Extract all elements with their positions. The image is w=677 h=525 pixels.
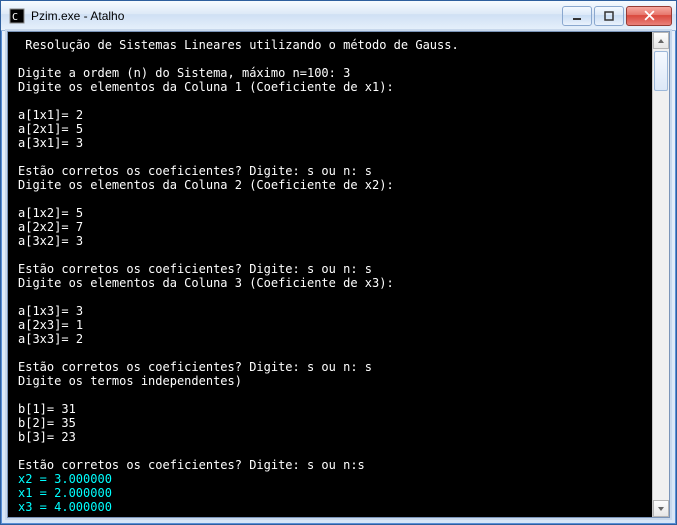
a33-label: a[3x3]=	[18, 332, 69, 346]
b2-label: b[2]=	[18, 416, 54, 430]
close-button[interactable]	[626, 6, 672, 26]
console-output[interactable]: Resolução de Sistemas Lineares utilizand…	[8, 32, 669, 517]
a22-label: a[2x2]=	[18, 220, 69, 234]
a33-val: 2	[76, 332, 83, 346]
scroll-thumb[interactable]	[654, 51, 668, 91]
minimize-button[interactable]	[562, 6, 592, 26]
result-x1: x1 = 2.000000	[18, 486, 112, 500]
a11-val: 2	[76, 108, 83, 122]
b3-val: 23	[61, 430, 75, 444]
order-value: 3	[343, 66, 350, 80]
indep-prompt: Digite os termos independentes)	[18, 374, 242, 388]
confirm3-prompt: Estão corretos os coeficientes? Digite: …	[18, 360, 358, 374]
titlebar[interactable]: C Pzim.exe - Atalho	[1, 1, 676, 31]
a13-val: 3	[76, 304, 83, 318]
app-window: C Pzim.exe - Atalho Resolução de Sistema…	[0, 0, 677, 525]
a21-val: 5	[76, 122, 83, 136]
b3-label: b[3]=	[18, 430, 54, 444]
col3-prompt: Digite os elementos da Coluna 3 (Coefici…	[18, 276, 394, 290]
window-title: Pzim.exe - Atalho	[31, 9, 124, 23]
a23-label: a[2x3]=	[18, 318, 69, 332]
b1-val: 31	[61, 402, 75, 416]
scroll-up-button[interactable]	[653, 32, 669, 49]
a31-val: 3	[76, 136, 83, 150]
b2-val: 35	[61, 416, 75, 430]
svg-text:C: C	[12, 12, 18, 23]
app-icon: C	[9, 8, 25, 24]
confirm1-prompt: Estão corretos os coeficientes? Digite: …	[18, 164, 358, 178]
scroll-down-button[interactable]	[653, 500, 669, 517]
b1-label: b[1]=	[18, 402, 54, 416]
a12-label: a[1x2]=	[18, 206, 69, 220]
a12-val: 5	[76, 206, 83, 220]
a31-label: a[3x1]=	[18, 136, 69, 150]
confirm3-ans: s	[365, 360, 372, 374]
a32-label: a[3x2]=	[18, 234, 69, 248]
confirm4-prompt: Estão corretos os coeficientes? Digite: …	[18, 458, 365, 472]
maximize-button[interactable]	[594, 6, 624, 26]
confirm2-prompt: Estão corretos os coeficientes? Digite: …	[18, 262, 358, 276]
vertical-scrollbar[interactable]	[652, 32, 669, 517]
a11-label: a[1x1]=	[18, 108, 69, 122]
order-prompt: Digite a ordem (n) do Sistema, máximo n=…	[18, 66, 336, 80]
confirm2-ans: s	[365, 262, 372, 276]
col1-prompt: Digite os elementos da Coluna 1 (Coefici…	[18, 80, 394, 94]
a32-val: 3	[76, 234, 83, 248]
col2-prompt: Digite os elementos da Coluna 2 (Coefici…	[18, 178, 394, 192]
client-area: Resolução de Sistemas Lineares utilizand…	[7, 31, 670, 518]
result-x2: x2 = 3.000000	[18, 472, 112, 486]
scroll-track[interactable]	[653, 49, 669, 500]
confirm1-ans: s	[365, 164, 372, 178]
result-x3: x3 = 4.000000	[18, 500, 112, 514]
a21-label: a[2x1]=	[18, 122, 69, 136]
header-line: Resolução de Sistemas Lineares utilizand…	[18, 38, 459, 52]
a22-val: 7	[76, 220, 83, 234]
a23-val: 1	[76, 318, 83, 332]
a13-label: a[1x3]=	[18, 304, 69, 318]
window-controls	[562, 6, 674, 26]
